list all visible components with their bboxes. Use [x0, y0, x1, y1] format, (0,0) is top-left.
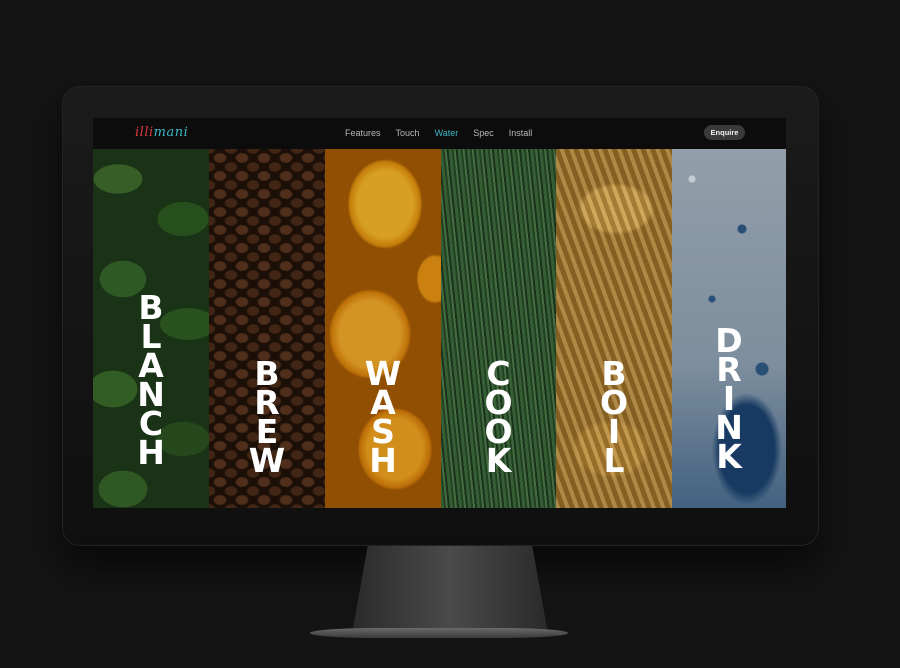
logo-part-2: mani	[153, 125, 189, 140]
monitor-base	[310, 628, 568, 638]
panel-word: BREW	[209, 357, 325, 480]
panel-cook[interactable]: COOK	[441, 149, 556, 508]
panel-word-letter: W	[248, 441, 286, 480]
panel-word-letter: K	[716, 437, 742, 476]
nav-item-install[interactable]: Install	[509, 128, 533, 138]
top-navbar: illimani Features Touch Water Spec Insta…	[93, 118, 786, 149]
nav-links: Features Touch Water Spec Install	[345, 128, 547, 138]
nav-item-features[interactable]: Features	[345, 128, 381, 138]
panel-word-letter: H	[137, 433, 165, 472]
panel-word: DRINK	[672, 324, 786, 476]
panel-word-letter: H	[369, 441, 397, 480]
enquire-button[interactable]: Enquire	[704, 125, 745, 140]
logo-part-1: illi	[135, 125, 154, 140]
nav-item-touch[interactable]: Touch	[396, 128, 420, 138]
panel-word: BLANCH	[93, 291, 209, 472]
panel-word: COOK	[441, 357, 556, 480]
panel-boil[interactable]: BOIL	[556, 149, 672, 508]
panel-brew[interactable]: BREW	[209, 149, 325, 508]
monitor-stand	[352, 546, 548, 634]
panel-word: BOIL	[556, 357, 672, 480]
panel-word-letter: L	[603, 441, 625, 480]
panel-blanch[interactable]: BLANCH	[93, 149, 209, 508]
screen: illimani Features Touch Water Spec Insta…	[93, 118, 786, 508]
panel-drink[interactable]: DRINK	[672, 149, 786, 508]
panel-word: WASH	[325, 357, 441, 480]
panel-wash[interactable]: WASH	[325, 149, 441, 508]
hero-panels: BLANCH BREW WASH COOK BOIL DRINK	[93, 149, 786, 508]
nav-item-water[interactable]: Water	[435, 128, 459, 138]
panel-word-letter: K	[485, 441, 512, 480]
nav-item-spec[interactable]: Spec	[473, 128, 494, 138]
brand-logo[interactable]: illimani	[135, 125, 188, 140]
